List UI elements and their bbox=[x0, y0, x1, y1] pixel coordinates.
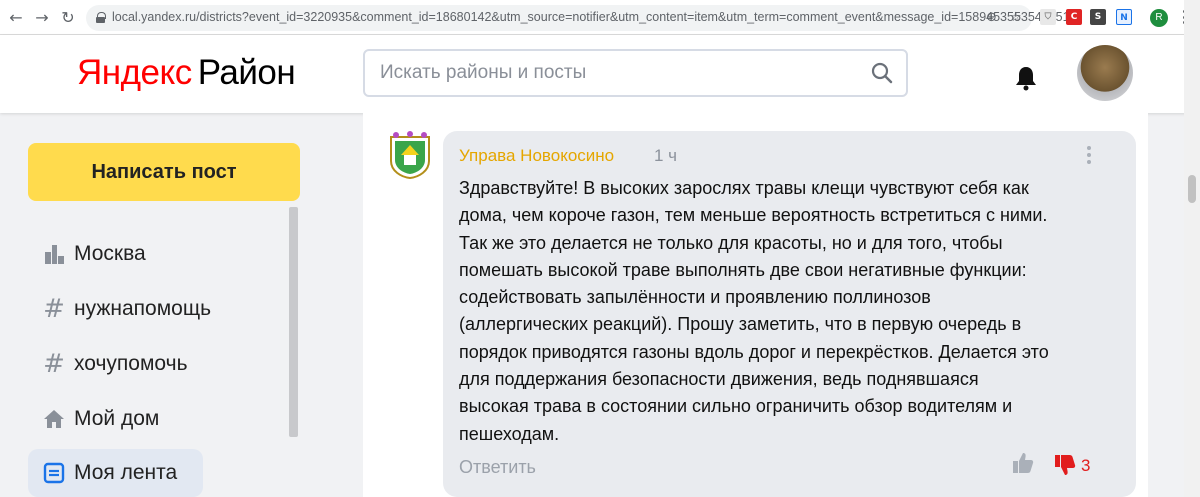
extension-red-icon[interactable]: C bbox=[1066, 9, 1082, 25]
sidebar-item-label: Моя лента bbox=[74, 461, 178, 484]
write-post-button[interactable]: Написать пост bbox=[28, 143, 300, 201]
browser-toolbar: ← → ↻ local.yandex.ru/districts?event_id… bbox=[0, 0, 1200, 35]
page-scrollbar[interactable] bbox=[1184, 0, 1200, 497]
site-header: Яндекс Район bbox=[0, 35, 1200, 113]
hash-icon: # bbox=[43, 294, 65, 324]
bookmark-star-icon[interactable]: ☆ bbox=[1010, 10, 1022, 25]
extension-sc-icon[interactable]: S bbox=[1090, 9, 1106, 25]
feed-icon bbox=[43, 462, 65, 484]
search-input[interactable] bbox=[380, 61, 850, 85]
sidebar-item-label: Мой дом bbox=[74, 407, 160, 430]
sidebar-item-label: нужнапомощь bbox=[74, 297, 212, 320]
profile-avatar-icon[interactable]: R bbox=[1150, 9, 1168, 27]
lock-icon bbox=[96, 12, 106, 23]
thumbs-up-icon[interactable] bbox=[1011, 451, 1035, 475]
bell-icon[interactable] bbox=[1014, 65, 1038, 91]
comment-time: 1 ч bbox=[654, 146, 678, 165]
logo[interactable]: Яндекс Район bbox=[77, 53, 296, 93]
sidebar-item-nuzhnapomosch[interactable]: # нужнапомощь bbox=[28, 285, 211, 333]
sidebar-item-hochupomoch[interactable]: # хочупомочь bbox=[28, 340, 203, 388]
logo-yandex: Яндекс bbox=[77, 53, 192, 92]
page-scrollbar-thumb[interactable] bbox=[1188, 175, 1196, 203]
address-bar[interactable]: local.yandex.ru/districts?event_id=32209… bbox=[86, 5, 1070, 31]
forward-arrow-icon[interactable]: → bbox=[32, 8, 52, 28]
sidebar-item-moscow[interactable]: Москва bbox=[28, 230, 203, 278]
reply-button[interactable]: Ответить bbox=[459, 457, 536, 478]
thumbs-down-icon[interactable] bbox=[1053, 453, 1077, 477]
sidebar-item-my-feed[interactable]: Моя лента bbox=[28, 449, 203, 497]
url-text[interactable]: local.yandex.ru/districts?event_id=32209… bbox=[112, 10, 1070, 24]
logo-rayon: Район bbox=[197, 53, 296, 92]
search-icon[interactable] bbox=[870, 61, 894, 85]
comment-author[interactable]: Управа Новокосино bbox=[459, 146, 614, 166]
zoom-icon[interactable]: ⊕ bbox=[986, 10, 997, 25]
city-icon bbox=[45, 245, 64, 264]
search-box bbox=[363, 49, 908, 97]
sidebar-item-label: хочупомочь bbox=[74, 352, 188, 375]
hash-icon: # bbox=[43, 349, 65, 379]
reload-icon[interactable]: ↻ bbox=[58, 8, 78, 28]
organization-logo[interactable] bbox=[387, 131, 433, 179]
sidebar-scrollbar[interactable] bbox=[289, 207, 298, 437]
dislike-count: 3 bbox=[1081, 456, 1091, 475]
sidebar-item-my-home[interactable]: Мой дом bbox=[28, 395, 203, 443]
sidebar-item-label: Москва bbox=[74, 242, 146, 265]
comment-text: Здравствуйте! В высоких зарослях травы к… bbox=[459, 178, 1049, 444]
home-icon bbox=[44, 410, 64, 428]
extension-n-icon[interactable]: N bbox=[1116, 9, 1132, 25]
back-arrow-icon[interactable]: ← bbox=[6, 8, 26, 28]
user-avatar[interactable] bbox=[1077, 45, 1133, 101]
more-options-icon[interactable] bbox=[1087, 146, 1091, 167]
shield-extension-icon[interactable]: ⛉ bbox=[1040, 9, 1056, 25]
